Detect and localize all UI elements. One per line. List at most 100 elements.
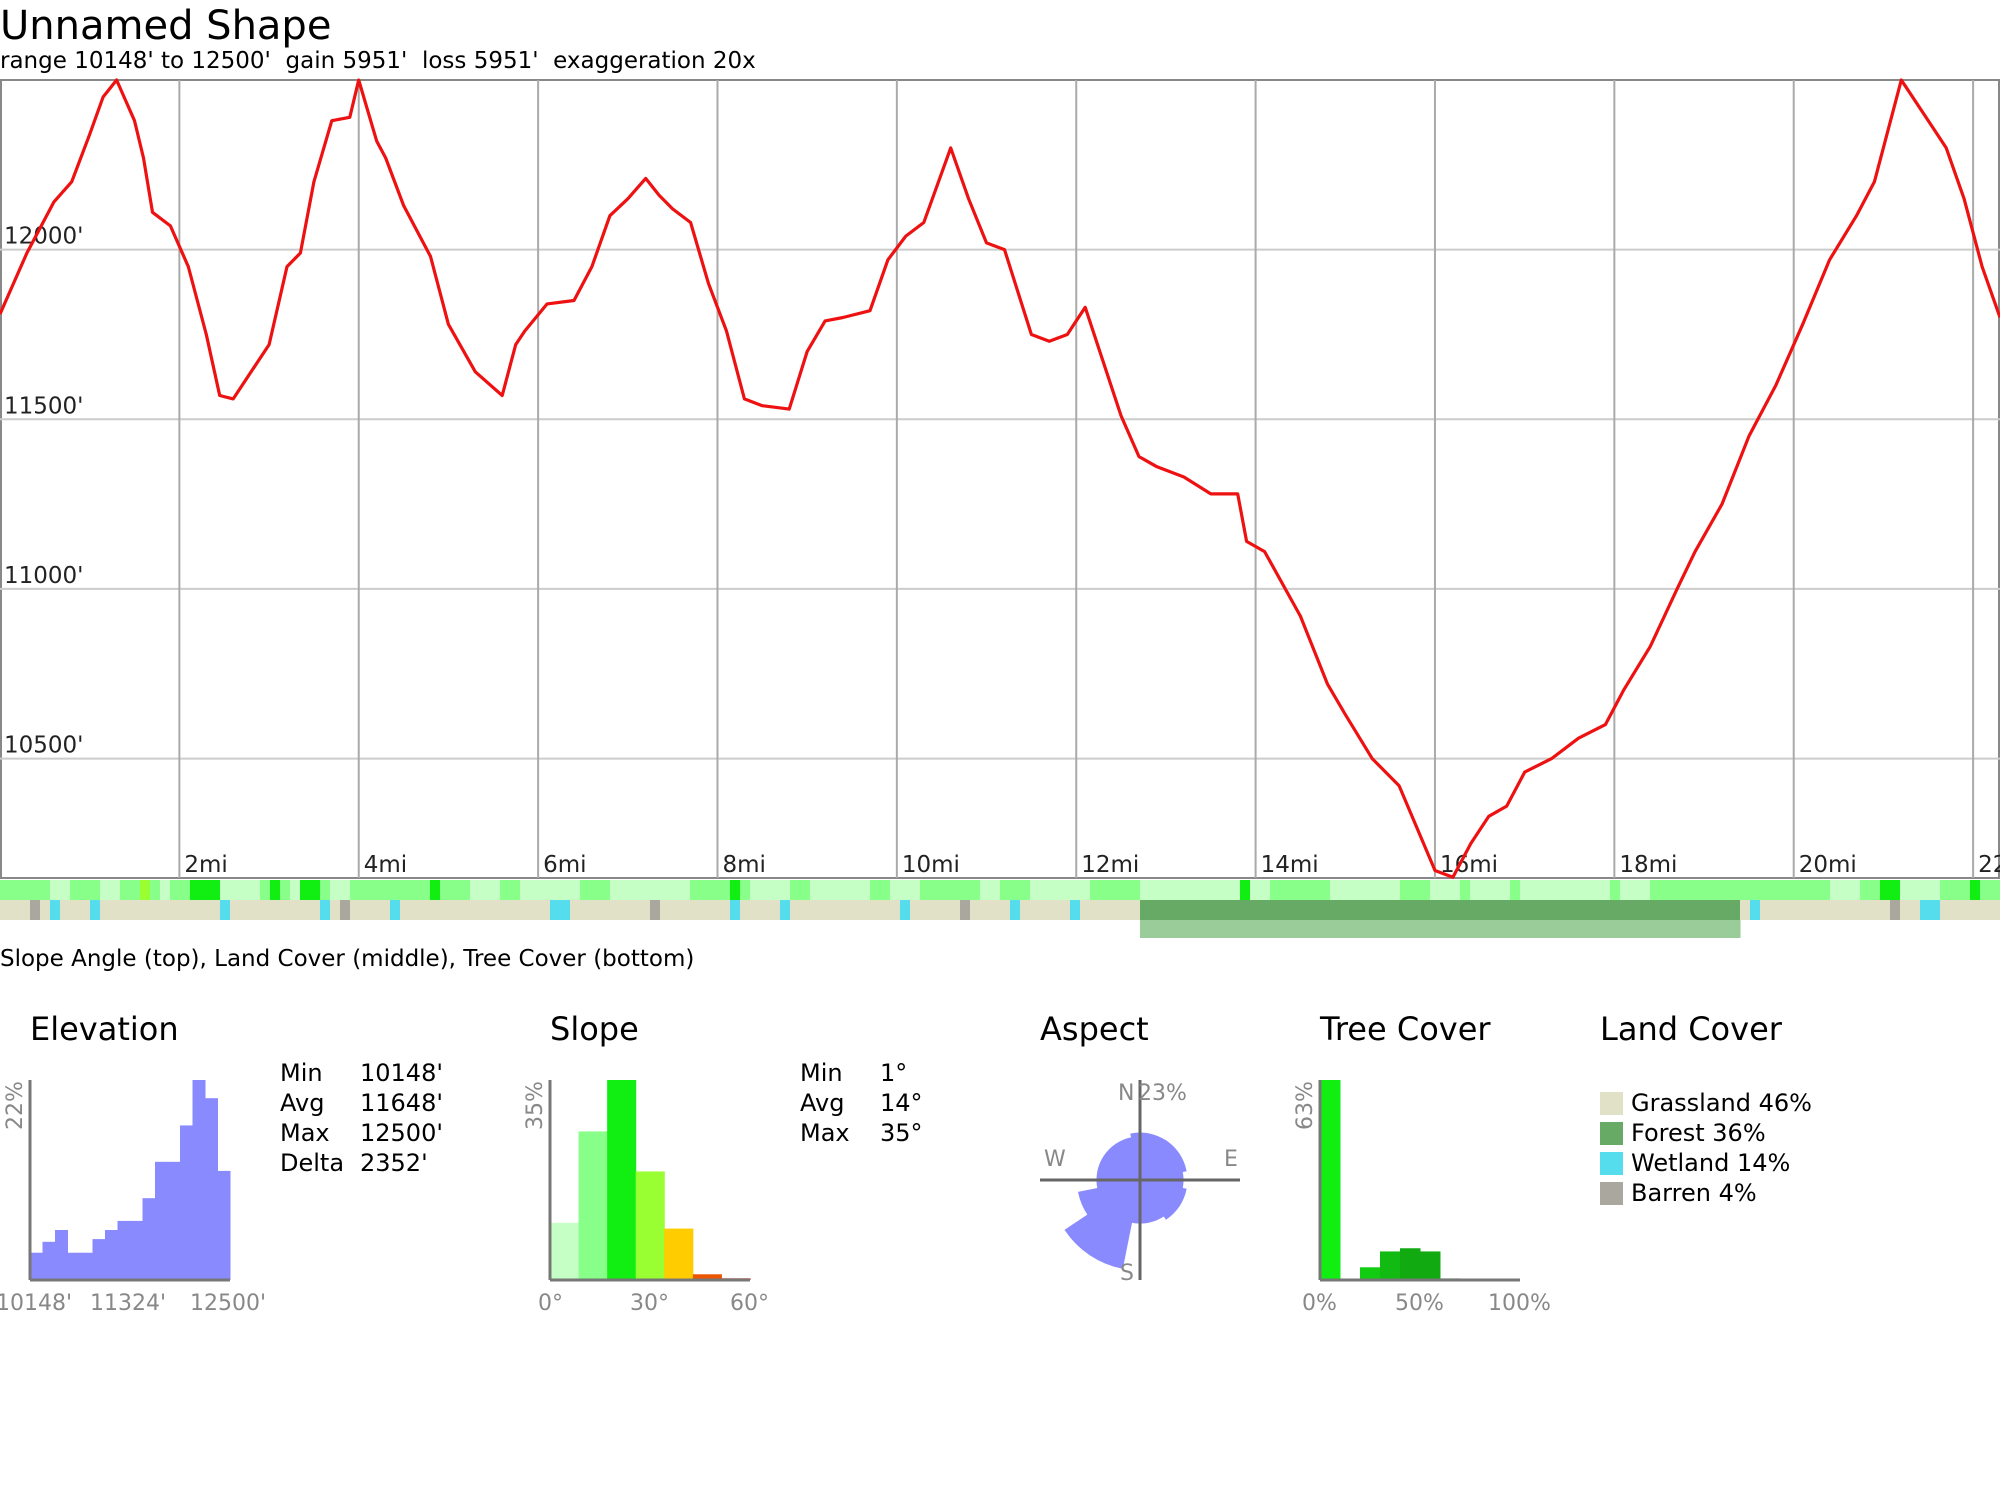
- slope-strip-cell: [1550, 880, 1561, 900]
- aspect-max-label: 23%: [1138, 1081, 1187, 1106]
- slope-strip-cell: [1590, 880, 1601, 900]
- slope-strip-cell: [750, 880, 761, 900]
- histogram-bar: [607, 1080, 637, 1280]
- legend-label: Grassland 46%: [1631, 1089, 1812, 1117]
- slope-strip-cell: [60, 880, 71, 900]
- land-cover-strip-cell: [1360, 900, 1371, 920]
- slope-strip-cell: [420, 880, 431, 900]
- land-cover-strip-cell: [840, 900, 851, 920]
- land-cover-strip-cell: [0, 900, 11, 920]
- histogram-bar: [550, 1222, 580, 1280]
- slope-strip-cell: [690, 880, 701, 900]
- slope-strip-cell: [1670, 880, 1681, 900]
- land-cover-strip-cell: [860, 900, 871, 920]
- land-cover-strip-cell: [270, 900, 281, 920]
- slope-strip-cell: [240, 880, 251, 900]
- land-cover-strip-cell: [390, 900, 401, 920]
- slope-strip-cell: [1730, 880, 1741, 900]
- land-cover-strip-cell: [1020, 900, 1031, 920]
- x-tick-label: 0°: [538, 1291, 563, 1316]
- tree-cover-strip-cell: [1270, 920, 1281, 938]
- land-cover-strip-cell: [1930, 900, 1941, 920]
- slope-strip-cell: [1360, 880, 1371, 900]
- profile-chart: 10500' 11000' 11500' 12000' 2mi 4mi 6mi 8mi 10mi…: [0, 78, 2000, 1316]
- slope-strip-cell: [1300, 880, 1311, 900]
- land-cover-strip-cell: [600, 900, 611, 920]
- x-tick-label: 10148': [0, 1291, 72, 1316]
- slope-strip-cell: [910, 880, 921, 900]
- slope-strip-cell: [710, 880, 721, 900]
- stat-value: 12500': [360, 1119, 443, 1147]
- slope-strip-cell: [1140, 880, 1151, 900]
- slope-strip-cell: [1800, 880, 1811, 900]
- tree-cover-strip-cell: [1580, 920, 1591, 938]
- land-cover-strip-cell: [1540, 900, 1551, 920]
- slope-strip-cell: [350, 880, 361, 900]
- tree-cover-strip-cell: [1400, 920, 1411, 938]
- slope-strip-cell: [1190, 880, 1201, 900]
- land-cover-strip-cell: [940, 900, 951, 920]
- land-cover-strip-cell: [900, 900, 911, 920]
- slope-strip-cell: [870, 880, 881, 900]
- land-cover-strip-cell: [1410, 900, 1421, 920]
- x-tick-label: 2mi: [184, 852, 227, 878]
- tree-cover-strip-cell: [1180, 920, 1191, 938]
- tree-cover-strip-cell: [1630, 920, 1641, 938]
- land-cover-strip-cell: [540, 900, 551, 920]
- land-cover-strip-cell: [1770, 900, 1781, 920]
- land-cover-strip-cell: [420, 900, 431, 920]
- tree-cover-strip-cell: [1530, 920, 1541, 938]
- legend-label: Forest 36%: [1631, 1119, 1766, 1147]
- slope-strip-cell: [270, 880, 281, 900]
- slope-strip-cell: [730, 880, 741, 900]
- slope-strip-cell: [1020, 880, 1031, 900]
- land-cover-strip-cell: [180, 900, 191, 920]
- legend-swatch: [1600, 1091, 1623, 1115]
- land-cover-strip-cell: [570, 900, 581, 920]
- land-cover-strip-cell: [670, 900, 681, 920]
- land-cover-strip-cell: [1080, 900, 1091, 920]
- slope-strip-cell: [180, 880, 191, 900]
- land-cover-strip-cell: [450, 900, 461, 920]
- slope-strip-cell: [1760, 880, 1771, 900]
- slope-strip-cell: [80, 880, 91, 900]
- x-tick-label: 4mi: [364, 852, 407, 878]
- slope-strip-cell: [140, 880, 151, 900]
- land-cover-strip-cell: [1330, 900, 1341, 920]
- slope-strip-cell: [210, 880, 221, 900]
- land-cover-strip-cell: [370, 900, 381, 920]
- land-cover-strip-cell: [680, 900, 691, 920]
- land-cover-strip-cell: [210, 900, 221, 920]
- land-cover-strip-cell: [1310, 900, 1321, 920]
- histogram-bar: [155, 1161, 168, 1280]
- tree-cover-strip-cell: [1710, 920, 1721, 938]
- slope-strip-cell: [1680, 880, 1691, 900]
- stat-row: Max 12500': [280, 1118, 443, 1148]
- slope-strip-cell: [1810, 880, 1821, 900]
- land-cover-strip-cell: [140, 900, 151, 920]
- land-cover-strip-cell: [20, 900, 31, 920]
- land-cover-strip-cell: [1850, 900, 1861, 920]
- stat-label: Max: [280, 1119, 330, 1147]
- land-cover-strip-cell: [970, 900, 981, 920]
- slope-strip-cell: [1480, 880, 1491, 900]
- slope-histogram: 35% 0° 30° 60°: [523, 1080, 769, 1316]
- tree-cover-strip-cell: [1300, 920, 1311, 938]
- slope-strip-cell: [1860, 880, 1871, 900]
- land-cover-strip-cell: [300, 900, 311, 920]
- slope-strip-cell: [660, 880, 671, 900]
- land-cover-strip-cell: [1010, 900, 1021, 920]
- land-cover-strip-cell: [120, 900, 131, 920]
- legend-item: Wetland 14%: [1600, 1148, 1812, 1178]
- tree-cover-strip-cell: [1620, 920, 1631, 938]
- slope-strip-cell: [740, 880, 751, 900]
- slope-strip-cell: [260, 880, 271, 900]
- land-cover-strip-cell: [1940, 900, 1951, 920]
- stat-value: 14°: [880, 1089, 923, 1117]
- slope-strip-cell: [1850, 880, 1861, 900]
- land-cover-strip-cell: [510, 900, 521, 920]
- slope-strip-cell: [810, 880, 821, 900]
- slope-strip-cell: [880, 880, 891, 900]
- land-cover-strip-cell: [1090, 900, 1101, 920]
- land-cover-strip-cell: [700, 900, 711, 920]
